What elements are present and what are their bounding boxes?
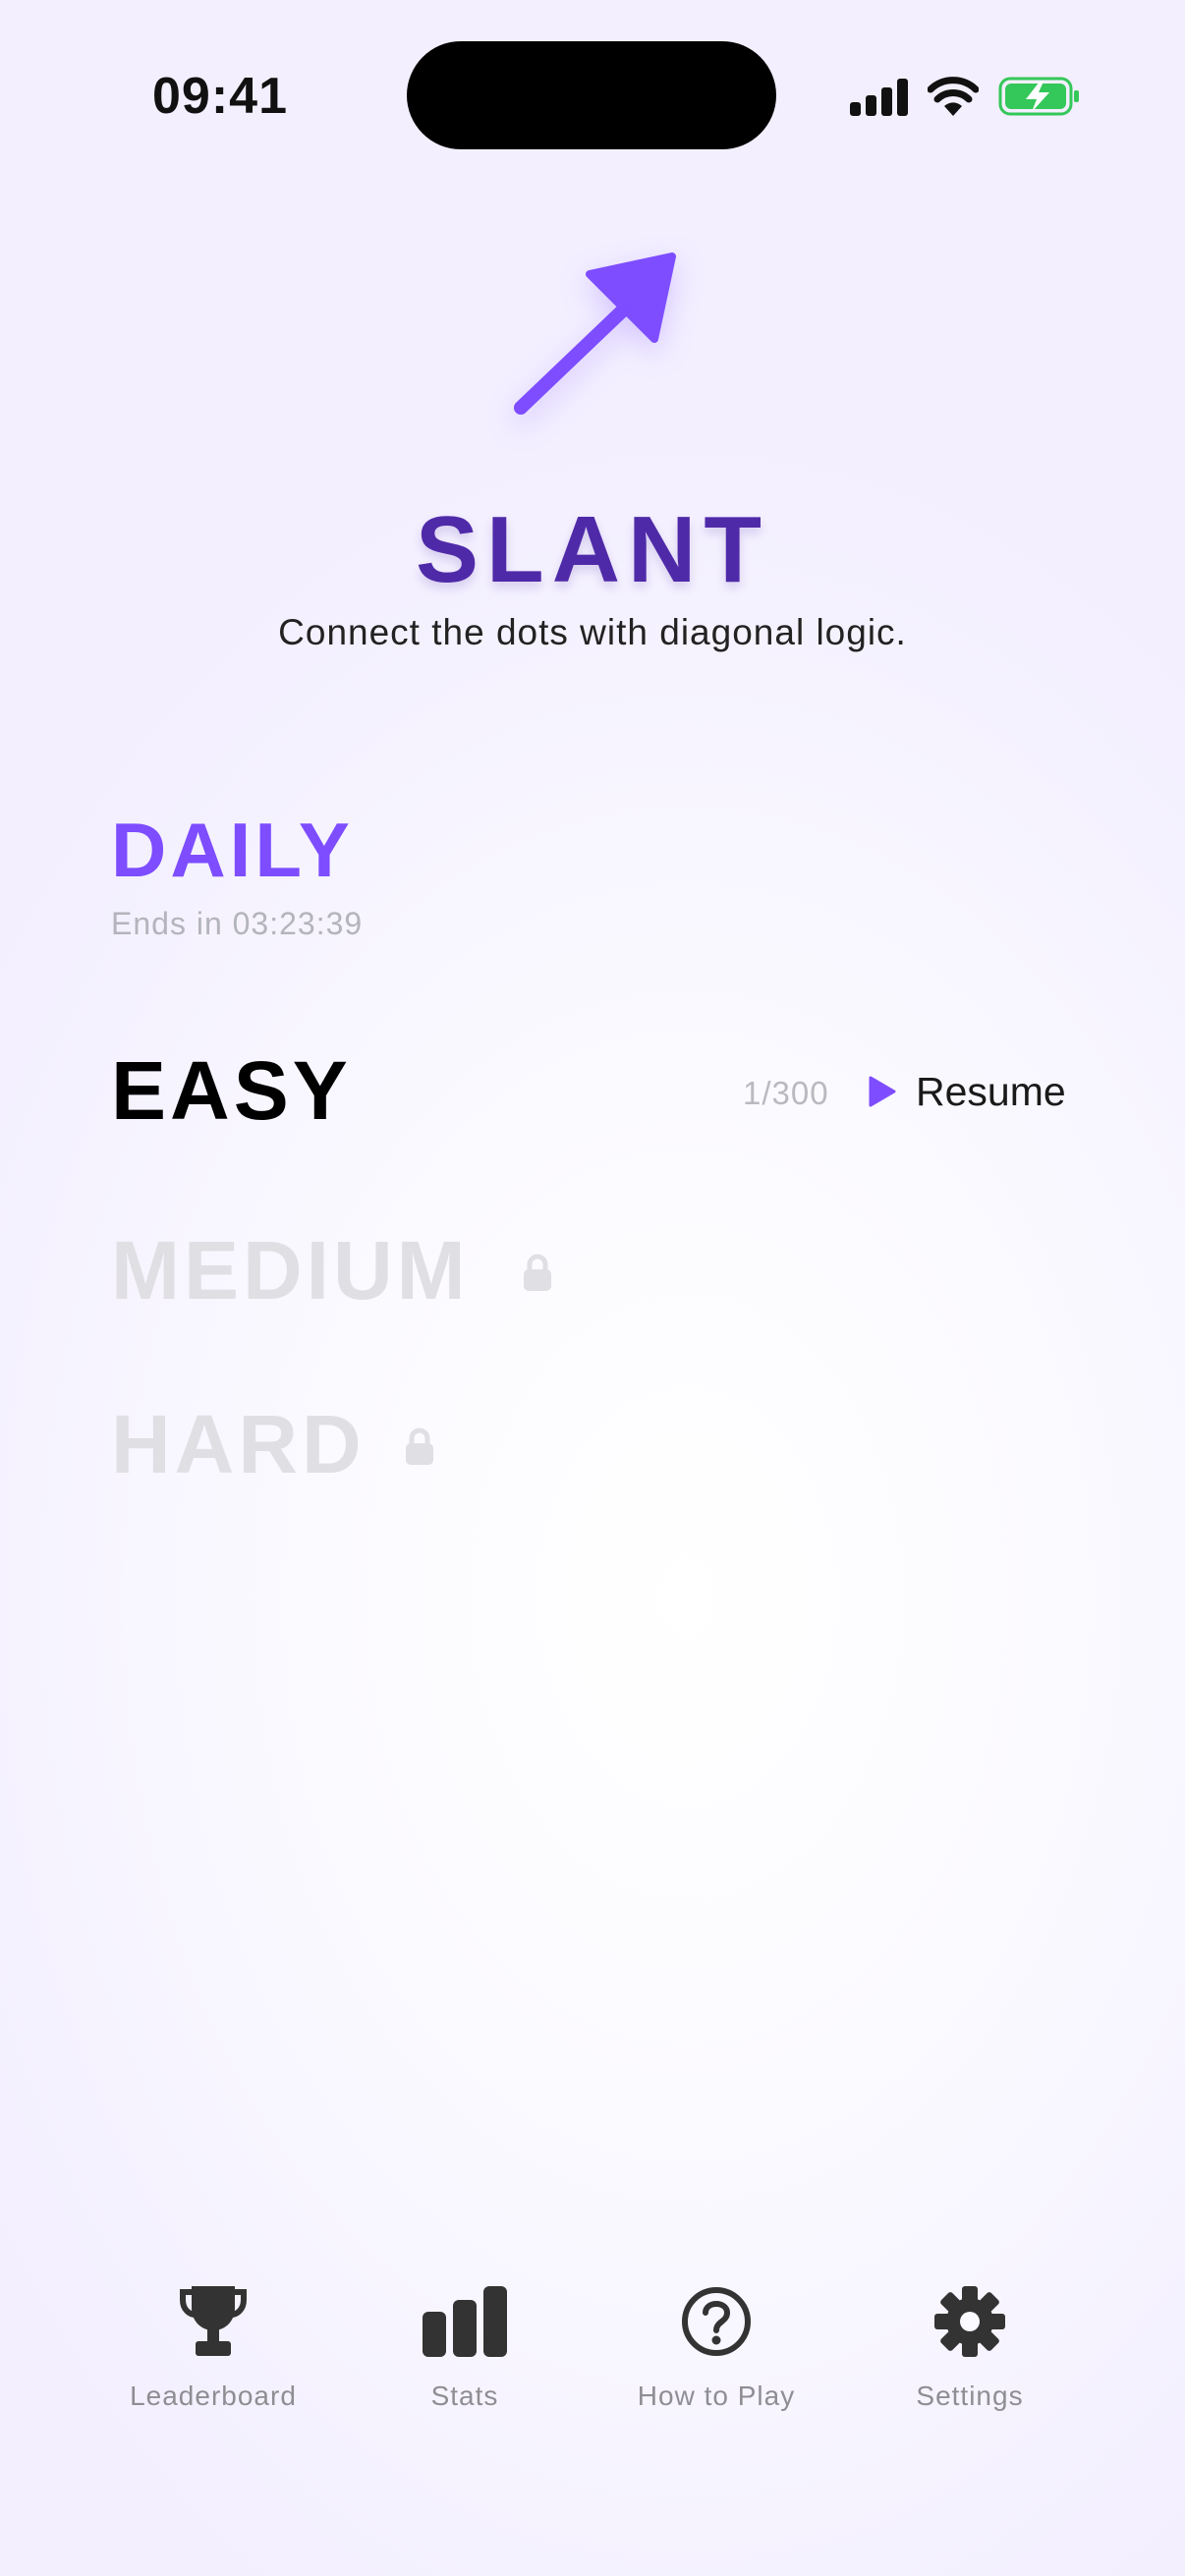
easy-mode-button[interactable]: EASY <box>111 1043 352 1139</box>
app-title: SLANT <box>416 497 769 602</box>
tab-settings[interactable]: Settings <box>867 2284 1073 2412</box>
diagonal-arrow-icon <box>514 252 676 415</box>
wifi-icon <box>928 77 979 116</box>
tab-label: Leaderboard <box>130 2380 297 2411</box>
medium-mode-button[interactable]: MEDIUM <box>111 1223 470 1318</box>
tab-leaderboard[interactable]: Leaderboard <box>110 2284 316 2412</box>
tab-stats[interactable]: Stats <box>362 2284 568 2412</box>
status-time: 09:41 <box>152 68 288 125</box>
lock-icon <box>406 1428 433 1465</box>
resume-label: Resume <box>916 1068 1066 1114</box>
gear-icon <box>934 2286 1005 2357</box>
play-icon <box>869 1076 896 1107</box>
daily-mode-button[interactable]: DAILY <box>111 806 354 895</box>
bar-chart-icon <box>423 2286 507 2357</box>
battery-charging-icon <box>998 77 1079 116</box>
lock-icon <box>524 1254 551 1291</box>
hard-mode-button[interactable]: HARD <box>111 1397 366 1492</box>
question-icon <box>682 2287 751 2356</box>
tab-label: How to Play <box>637 2380 796 2411</box>
tab-label: Settings <box>916 2380 1024 2411</box>
cellular-signal-icon <box>850 79 908 116</box>
app-tagline: Connect the dots with diagonal logic. <box>278 612 907 652</box>
easy-progress: 1/300 <box>743 1075 829 1111</box>
trophy-icon <box>180 2286 247 2356</box>
tab-how-to-play[interactable]: How to Play <box>613 2284 819 2412</box>
dynamic-island <box>407 41 776 149</box>
tab-label: Stats <box>430 2380 499 2411</box>
resume-button[interactable]: Resume <box>869 1067 1066 1116</box>
status-bar: 09:41 <box>0 0 1185 149</box>
daily-countdown: Ends in 03:23:39 <box>111 906 364 941</box>
